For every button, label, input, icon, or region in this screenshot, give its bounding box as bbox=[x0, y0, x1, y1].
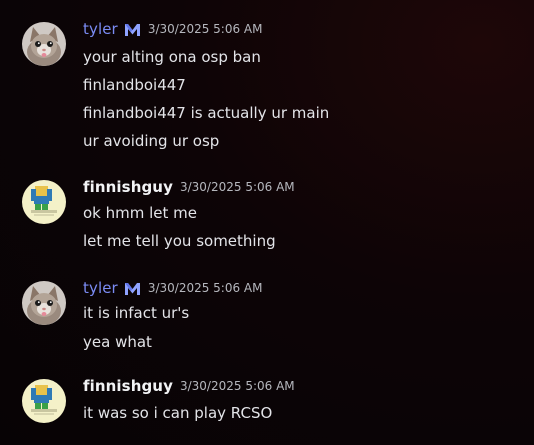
message-text: your alting ona osp ban bbox=[83, 48, 261, 66]
roblox-noob-avatar-icon[interactable] bbox=[22, 180, 66, 224]
message-header: finnishguy 3/30/2025 5:06 AM bbox=[83, 176, 295, 198]
message-text: let me tell you something bbox=[83, 232, 276, 250]
username[interactable]: tyler bbox=[83, 20, 118, 38]
message-text: it was so i can play RCSO bbox=[83, 404, 273, 422]
message-text: it is infact ur's bbox=[83, 304, 190, 322]
message-header: finnishguy 3/30/2025 5:06 AM bbox=[83, 375, 295, 397]
chat-message-list: tyler 3/30/2025 5:06 AM your alting ona … bbox=[0, 0, 534, 445]
m-logo-icon[interactable] bbox=[124, 22, 141, 37]
message-text: yea what bbox=[83, 333, 152, 351]
message-text: finlandboi447 bbox=[83, 76, 186, 94]
username[interactable]: finnishguy bbox=[83, 178, 173, 196]
timestamp: 3/30/2025 5:06 AM bbox=[179, 180, 295, 194]
message-header: tyler 3/30/2025 5:06 AM bbox=[83, 18, 263, 40]
roblox-noob-avatar-icon[interactable] bbox=[22, 379, 66, 423]
cat-avatar-icon[interactable] bbox=[22, 281, 66, 325]
message-text: ok hmm let me bbox=[83, 204, 198, 222]
cat-avatar-icon[interactable] bbox=[22, 22, 66, 66]
timestamp: 3/30/2025 5:06 AM bbox=[179, 379, 295, 393]
message-header: tyler 3/30/2025 5:06 AM bbox=[83, 277, 263, 299]
message-text: ur avoiding ur osp bbox=[83, 132, 220, 150]
message-text: finlandboi447 is actually ur main bbox=[83, 104, 330, 122]
timestamp: 3/30/2025 5:06 AM bbox=[147, 22, 263, 36]
timestamp: 3/30/2025 5:06 AM bbox=[147, 281, 263, 295]
username[interactable]: finnishguy bbox=[83, 377, 173, 395]
username[interactable]: tyler bbox=[83, 279, 118, 297]
m-logo-icon[interactable] bbox=[124, 281, 141, 296]
